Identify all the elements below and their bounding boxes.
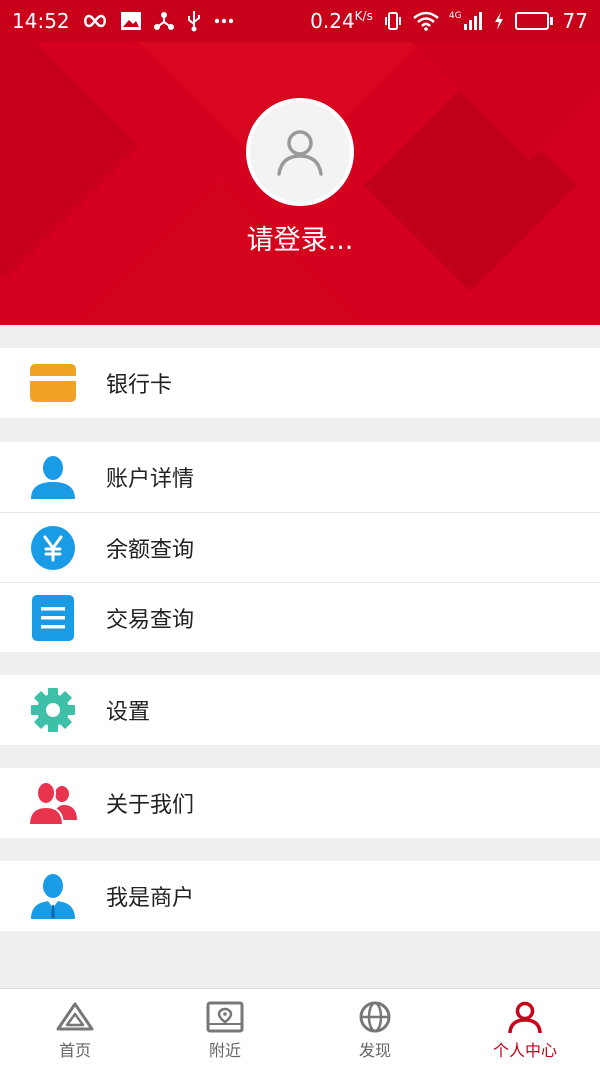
menu-label: 交易查询	[106, 607, 195, 633]
businessman-icon	[28, 871, 78, 921]
menu-item-merchant[interactable]: 我是商户	[0, 861, 600, 931]
bottom-tab-bar: 首页 附近 发现 个人中心	[0, 988, 600, 1067]
menu-item-account-details[interactable]: 账户详情	[0, 442, 600, 512]
bank-card-icon	[28, 358, 78, 408]
menu-group-settings: 设置	[0, 675, 600, 745]
tab-label: 个人中心	[492, 1041, 557, 1060]
share-icon	[153, 12, 174, 30]
user-outline-icon	[277, 130, 323, 176]
home-triangle-icon	[56, 1002, 94, 1031]
person-icon	[508, 1001, 542, 1033]
image-icon	[120, 12, 141, 30]
tab-label: 首页	[58, 1041, 91, 1060]
menu-group-account: 账户详情 余额查询 交易查询	[0, 442, 600, 652]
menu-group-cards: 银行卡	[0, 348, 600, 418]
gear-icon	[28, 685, 78, 735]
menu-item-about-us[interactable]: 关于我们	[0, 768, 600, 838]
user-icon	[28, 452, 78, 502]
menu-label: 设置	[106, 700, 151, 725]
tab-profile[interactable]: 个人中心	[450, 989, 600, 1067]
menu-item-balance-query[interactable]: 余额查询	[0, 512, 600, 582]
menu-label: 余额查询	[106, 537, 195, 563]
list-document-icon	[28, 593, 78, 643]
battery-icon	[514, 12, 553, 30]
menu-label: 账户详情	[106, 467, 195, 492]
menu-group-merchant: 我是商户	[0, 861, 600, 931]
tab-nearby[interactable]: 附近	[150, 989, 300, 1067]
net-speed: 0.24K/s	[310, 9, 373, 33]
avatar[interactable]	[246, 98, 354, 206]
signal-icon: 4G	[449, 11, 483, 31]
login-prompt[interactable]: 请登录...	[0, 218, 600, 257]
usb-icon	[187, 11, 200, 32]
menu-label: 银行卡	[106, 373, 173, 398]
menu-group-about: 关于我们	[0, 768, 600, 838]
people-icon	[28, 778, 78, 828]
status-bar: 14:52 0.24K/s 4G 77	[0, 0, 600, 42]
tab-label: 附近	[208, 1041, 241, 1060]
menu-label: 我是商户	[106, 886, 195, 911]
yuan-coin-icon	[28, 523, 78, 573]
wifi-icon	[413, 11, 439, 31]
infinity-icon	[83, 14, 106, 28]
tab-discover[interactable]: 发现	[300, 989, 450, 1067]
globe-icon	[359, 1001, 391, 1033]
tab-label: 发现	[358, 1041, 391, 1060]
more-dots-icon	[214, 18, 233, 24]
battery-percent: 77	[562, 9, 588, 33]
menu-item-bank-card[interactable]: 银行卡	[0, 348, 600, 418]
profile-header: 请登录...	[0, 0, 600, 325]
tab-home[interactable]: 首页	[0, 989, 150, 1067]
status-time: 14:52	[12, 9, 70, 33]
vibrate-icon	[384, 12, 401, 30]
map-pin-icon	[206, 1001, 244, 1033]
charging-icon	[494, 12, 503, 30]
menu-item-settings[interactable]: 设置	[0, 675, 600, 745]
menu-label: 关于我们	[106, 793, 195, 818]
menu-item-transaction-query[interactable]: 交易查询	[0, 582, 600, 652]
